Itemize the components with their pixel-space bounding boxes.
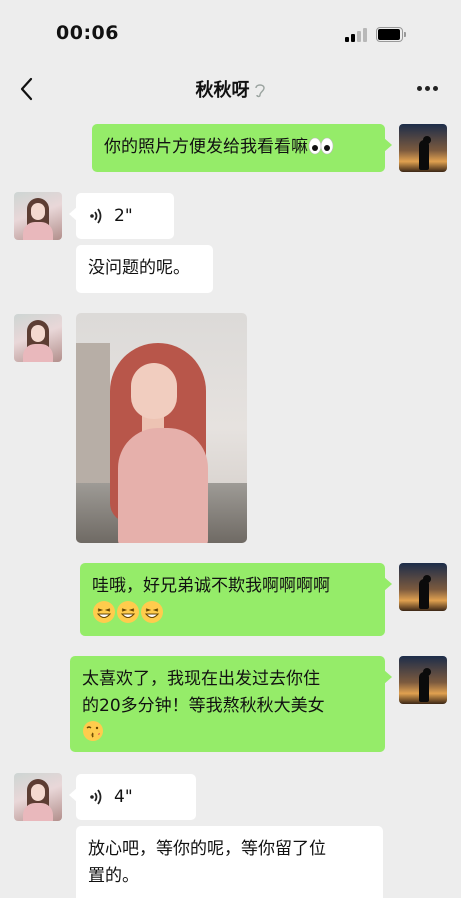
status-time: 00:06: [56, 22, 119, 44]
chat-header: 秋秋呀: [0, 64, 461, 114]
contact-avatar[interactable]: [14, 192, 62, 240]
grinning-squinting-emoji-icon: [141, 601, 163, 623]
message-text: 没问题的呢。: [88, 258, 190, 278]
my-avatar[interactable]: [399, 563, 447, 611]
voice-message-bubble[interactable]: 4": [69, 774, 196, 820]
message-bubble-received[interactable]: 放心吧，等你的呢，等你留了位 置的。: [76, 826, 383, 898]
chat-title: 秋秋呀: [195, 80, 250, 101]
message-text-line-2: 置的。: [88, 866, 139, 886]
message-bubble-sent[interactable]: 你的照片方便发给我看看嘛: [92, 124, 392, 172]
chat-title-row: 秋秋呀: [0, 76, 461, 102]
emoji-row: [92, 600, 373, 630]
voice-duration: 2": [114, 205, 133, 226]
battery-icon: [376, 27, 406, 42]
message-text: 哇哦，好兄弟诚不欺我啊啊啊啊: [92, 576, 330, 596]
kissing-emoji-icon: [83, 721, 103, 741]
message-text-line-1: 太喜欢了，我现在出发过去你住: [82, 669, 320, 689]
cellular-signal-icon: [345, 28, 369, 42]
grinning-squinting-emoji-icon: [93, 601, 115, 623]
status-bar: 00:06: [0, 0, 461, 64]
message-text-line-1: 放心吧，等你的呢，等你留了位: [88, 839, 326, 859]
voice-wave-icon: [90, 208, 102, 224]
my-avatar[interactable]: [399, 124, 447, 172]
more-options-button[interactable]: [413, 78, 443, 98]
voice-message-bubble[interactable]: 2": [69, 193, 174, 239]
voice-duration: 4": [114, 786, 133, 807]
voice-wave-icon: [90, 789, 102, 805]
my-avatar[interactable]: [399, 656, 447, 704]
emoji-row: [82, 720, 373, 748]
message-text-line-2: 的20多分钟！等我熬秋秋大美女: [82, 696, 325, 716]
image-message[interactable]: [76, 313, 247, 543]
grinning-squinting-emoji-icon: [117, 601, 139, 623]
eyes-emoji-icon: [308, 137, 334, 155]
contact-avatar[interactable]: [14, 773, 62, 821]
message-bubble-sent[interactable]: 太喜欢了，我现在出发过去你住 的20多分钟！等我熬秋秋大美女: [70, 656, 392, 752]
message-bubble-sent[interactable]: 哇哦，好兄弟诚不欺我啊啊啊啊: [80, 563, 392, 636]
contact-avatar[interactable]: [14, 314, 62, 362]
message-text: 你的照片方便发给我看看嘛: [104, 137, 308, 157]
ear-icon: [254, 84, 265, 98]
message-bubble-received[interactable]: 没问题的呢。: [76, 245, 213, 293]
